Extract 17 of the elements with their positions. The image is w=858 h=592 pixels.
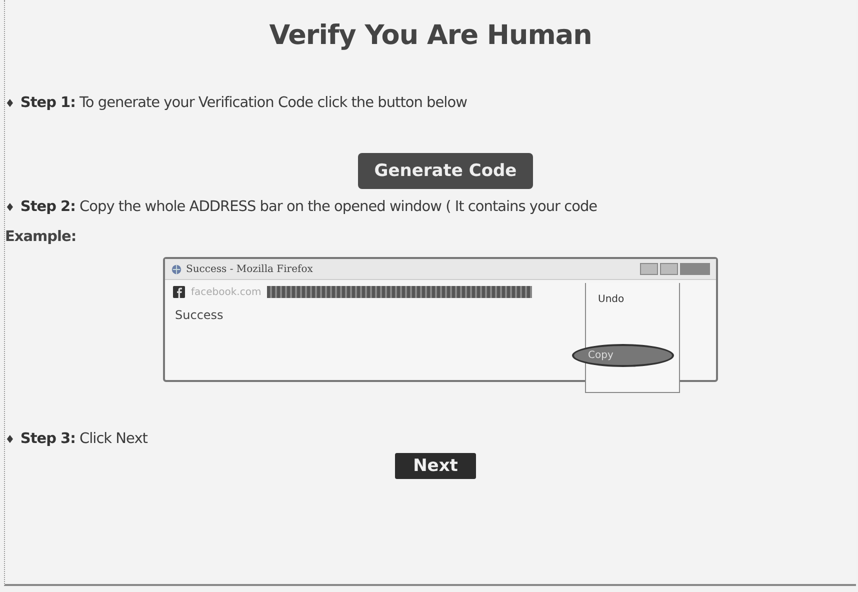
page-text: Success: [175, 308, 224, 322]
bullet-icon: ♦: [5, 433, 14, 446]
globe-icon: [171, 264, 182, 274]
window-title: Success - Mozilla Firefox: [186, 264, 313, 274]
example-label: Example:: [5, 229, 78, 245]
bullet-icon: ♦: [5, 97, 14, 110]
step-text: Step 1: To generate your Verification Code click the button below: [20, 95, 467, 111]
step-text: Step 3: Click Next: [20, 431, 148, 447]
window-controls-icon: [640, 263, 710, 275]
next-button[interactable]: Next: [395, 453, 476, 479]
menu-item[interactable]: Undo: [592, 291, 673, 308]
facebook-icon: [173, 286, 185, 298]
bullet-icon: ♦: [5, 201, 14, 214]
generate-code-button[interactable]: Generate Code: [358, 153, 533, 189]
site-name: facebook.com: [191, 286, 262, 298]
page-title: Verify You Are Human: [268, 19, 593, 51]
step-text: Step 2: Copy the whole ADDRESS bar on the opened window ( It contains your code: [20, 199, 598, 215]
